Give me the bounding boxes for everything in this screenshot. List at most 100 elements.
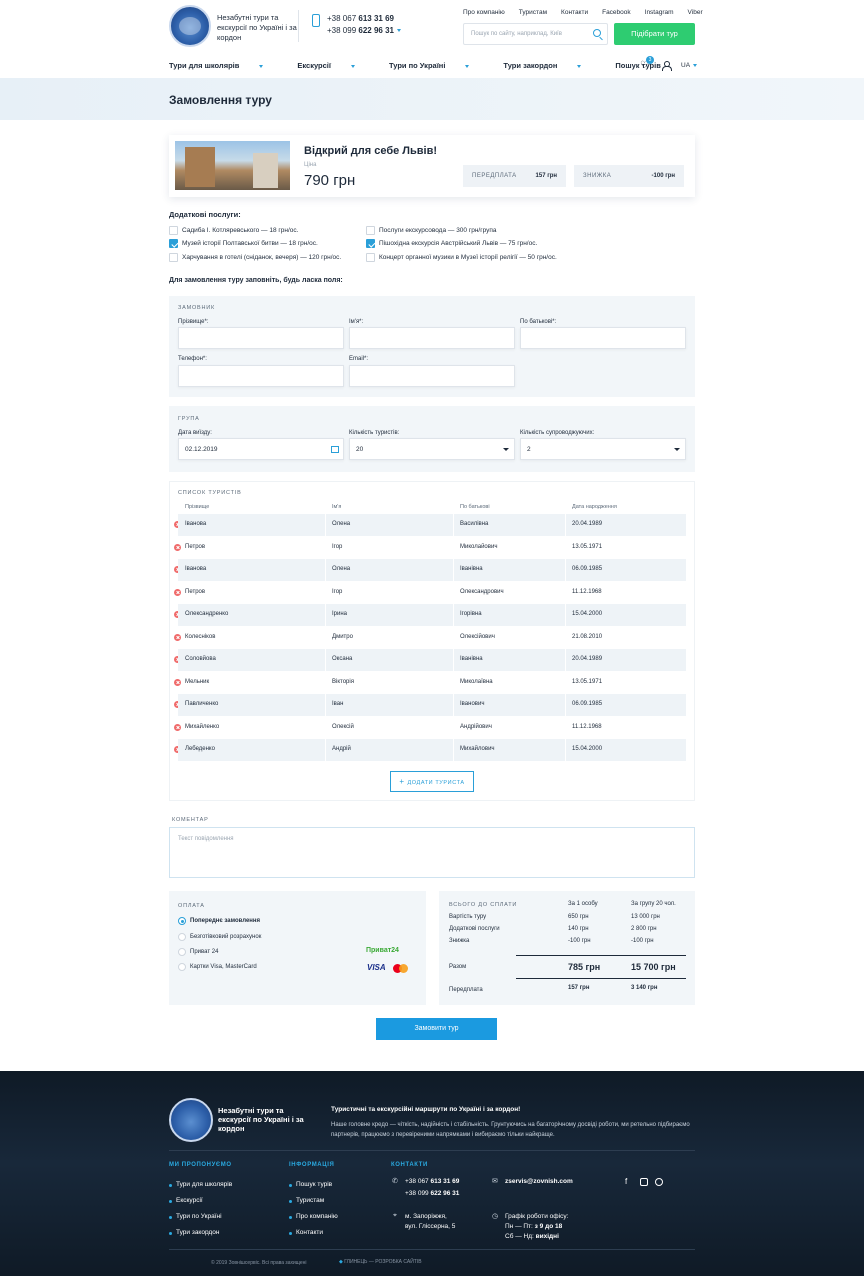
- payment-radio-2[interactable]: [178, 933, 186, 941]
- footer-link-about[interactable]: Про компанію: [289, 1213, 338, 1220]
- table-row[interactable]: Павличенко Іван Іванович 06.09.1985: [178, 694, 686, 716]
- footer-tagline: Незабутні тури та екскурсії по Україні і…: [218, 1106, 304, 1133]
- column-divider: [453, 514, 454, 536]
- footer-phone-2[interactable]: +38 099 622 96 31: [405, 1189, 459, 1199]
- top-link-tourists[interactable]: Туристам: [519, 9, 547, 16]
- top-link-viber[interactable]: Viber: [688, 9, 703, 16]
- surname-input[interactable]: [178, 327, 344, 349]
- logo[interactable]: [169, 5, 211, 47]
- service-checkbox-3[interactable]: [169, 253, 178, 262]
- payment-option-1: Попереднє замовлення: [190, 918, 261, 924]
- comment-textarea[interactable]: Текст повідомлення: [169, 827, 695, 878]
- nav-item-excursions[interactable]: Екскурсії: [297, 61, 372, 70]
- service-checkbox-4[interactable]: [366, 226, 375, 235]
- escorts-count-select[interactable]: 2: [520, 438, 686, 460]
- facebook-icon[interactable]: f: [625, 1177, 627, 1186]
- order-tour-button[interactable]: Замовити тур: [376, 1018, 497, 1040]
- user-icon[interactable]: [662, 61, 672, 71]
- footer-link-contacts[interactable]: Контакти: [288, 1229, 323, 1236]
- table-row[interactable]: Соловйова Оксана Іванівна 20.04.1989: [178, 649, 686, 671]
- table-cell: Василівна: [460, 521, 489, 527]
- header-phone-1[interactable]: +38 067 613 31 69: [327, 14, 394, 23]
- service-checkbox-1[interactable]: [169, 226, 178, 235]
- page-title: Замовлення туру: [169, 93, 272, 107]
- summary-total-label: Разом: [449, 964, 467, 970]
- payment-radio-4[interactable]: [178, 963, 186, 971]
- payment-radio-3[interactable]: [178, 948, 186, 956]
- header-divider: [298, 10, 299, 42]
- table-cell: 06.09.1985: [572, 701, 603, 707]
- service-checkbox-5[interactable]: [366, 239, 375, 248]
- top-link-instagram[interactable]: Instagram: [645, 9, 674, 16]
- table-row[interactable]: Іванова Олена Іванівна 06.09.1985: [178, 559, 686, 581]
- calendar-icon[interactable]: [331, 446, 339, 453]
- footer-email[interactable]: zservis@zovnish.com: [505, 1177, 573, 1187]
- table-row[interactable]: Михайленко Олексій Андрійович 11.12.1968: [178, 717, 686, 739]
- table-row[interactable]: Колесніков Дмитро Олексійович 21.08.2010: [178, 627, 686, 649]
- main-nav: Тури для школярів Екскурсії Тури по Укра…: [169, 61, 678, 70]
- name-input[interactable]: [349, 327, 515, 349]
- column-divider: [325, 604, 326, 626]
- phone-icon: ✆: [392, 1178, 398, 1185]
- summary-total-group: 15 700 грн: [631, 962, 676, 972]
- viber-icon[interactable]: [655, 1178, 663, 1186]
- summary-caption: ВСЬОГО ДО СПЛАТИ: [449, 902, 518, 908]
- table-cell: 06.09.1985: [572, 566, 603, 572]
- column-divider: [565, 717, 566, 739]
- column-divider: [325, 582, 326, 604]
- column-divider: [565, 604, 566, 626]
- service-checkbox-6[interactable]: [366, 253, 375, 262]
- table-row[interactable]: Петров Ігор Миколайович 13.05.1971: [178, 537, 686, 559]
- table-cell: Ірина: [332, 611, 348, 617]
- nav-item-schoolkids[interactable]: Тури для школярів: [169, 61, 280, 70]
- nav-item-search[interactable]: Пошук турів: [615, 61, 660, 70]
- search-input[interactable]: Пошук по сайту, наприклад, Київ: [463, 23, 608, 45]
- summary-row-label: Знижка: [449, 938, 470, 944]
- footer-link-abroad[interactable]: Тури закордон: [168, 1229, 219, 1236]
- tour-title: Відкрий для себе Львів!: [304, 145, 438, 157]
- footer-link-schoolkids[interactable]: Тури для школярів: [168, 1181, 232, 1188]
- language-switcher[interactable]: UA: [681, 62, 698, 69]
- footer-logo[interactable]: [169, 1098, 213, 1142]
- tourists-count-select[interactable]: 20: [349, 438, 515, 460]
- chevron-down-icon[interactable]: [396, 29, 401, 33]
- favorites-count-badge: 3: [646, 56, 654, 64]
- summary-col-group: За групу 20 чол.: [631, 901, 676, 907]
- payment-radio-1[interactable]: [178, 917, 186, 925]
- table-row[interactable]: Олександренко Ірина Ігорівна 15.04.2000: [178, 604, 686, 626]
- payment-option-2: Безготівковий розрахунок: [190, 934, 262, 940]
- service-label-5: Пішохідна екскурсія Австрійський Львів —…: [379, 240, 538, 247]
- footer-phone-1[interactable]: +38 067 613 31 69: [405, 1177, 459, 1187]
- nav-item-abroad[interactable]: Тури закордон: [503, 61, 598, 70]
- table-row[interactable]: Петров Ігор Олександрович 11.12.1968: [178, 582, 686, 604]
- service-label-3: Харчування в готелі (сніданок, вечеря) —…: [182, 254, 342, 261]
- top-link-about[interactable]: Про компанію: [463, 9, 505, 16]
- page-hero: [0, 78, 864, 120]
- patronymic-input[interactable]: [520, 327, 686, 349]
- developer-logo[interactable]: ◆ ГЛИНЕЦЬ — РОЗРОБКА САЙТІВ: [339, 1259, 422, 1265]
- top-link-contacts[interactable]: Контакти: [561, 9, 588, 16]
- table-cell: 20.04.1989: [572, 656, 603, 662]
- search-icon[interactable]: [593, 29, 601, 37]
- header-phone-2[interactable]: +38 099 622 96 31: [327, 26, 401, 35]
- copyright: © 2019 Зовнішсервіс. Всі права захищені: [211, 1260, 307, 1266]
- add-tourist-button[interactable]: + ДОДАТИ ТУРИСТА: [390, 771, 474, 792]
- instagram-icon[interactable]: [640, 1178, 648, 1186]
- table-row[interactable]: Лебеденко Андрій Михайлович 15.04.2000: [178, 739, 686, 761]
- phone-input[interactable]: [178, 365, 344, 387]
- table-row[interactable]: Іванова Олена Василівна 20.04.1989: [178, 514, 686, 536]
- top-link-facebook[interactable]: Facebook: [602, 9, 631, 16]
- chevron-down-icon: [259, 64, 264, 68]
- service-checkbox-2[interactable]: [169, 239, 178, 248]
- footer-link-excursions[interactable]: Екскурсії: [169, 1197, 203, 1204]
- table-cell: Мельник: [185, 679, 210, 685]
- footer-link-ukraine[interactable]: Тури по Україні: [169, 1213, 222, 1220]
- column-divider: [325, 717, 326, 739]
- table-row[interactable]: Мельник Вікторія Миколаївна 13.05.1971: [178, 672, 686, 694]
- find-tour-button[interactable]: Підібрати тур: [614, 23, 695, 45]
- footer-link-tourists[interactable]: Туристам: [288, 1197, 324, 1204]
- date-input[interactable]: 02.12.2019: [178, 438, 344, 460]
- email-input[interactable]: [349, 365, 515, 387]
- footer-link-search[interactable]: Пошук турів: [288, 1181, 332, 1188]
- nav-item-ukraine[interactable]: Тури по Україні: [389, 61, 486, 70]
